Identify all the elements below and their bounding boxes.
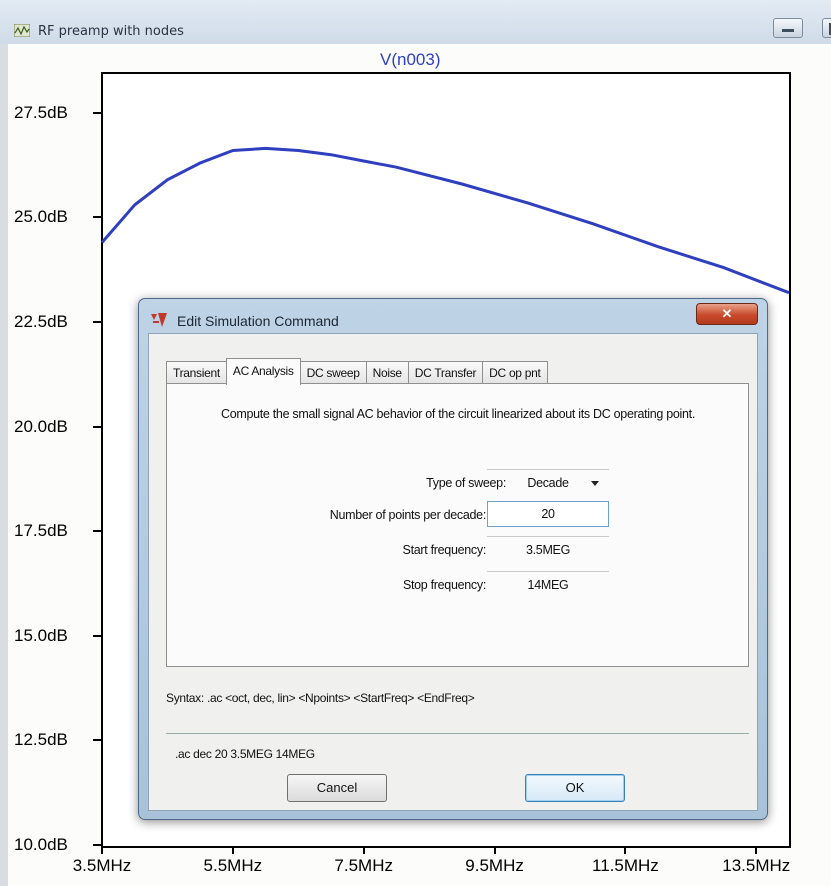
command-text[interactable]: .ac dec 20 3.5MEG 14MEG	[175, 747, 315, 761]
start-frequency-label: Start frequency:	[402, 543, 487, 557]
points-per-decade-label: Number of points per decade:	[329, 508, 487, 522]
dialog-client: Transient AC Analysis DC sweep Noise DC …	[148, 333, 758, 811]
chevron-down-icon	[591, 481, 599, 486]
cancel-button[interactable]: Cancel	[287, 774, 387, 802]
sweep-type-value: Decade	[527, 476, 569, 490]
tab-noise[interactable]: Noise	[365, 361, 409, 385]
ok-button[interactable]: OK	[525, 774, 625, 802]
analysis-description: Compute the small signal AC behavior of …	[220, 407, 696, 421]
divider	[166, 733, 749, 734]
trace-line	[100, 146, 790, 295]
close-button[interactable]: ✕	[696, 303, 758, 325]
syntax-text: Syntax: .ac <oct, dec, lin> <Npoints> <S…	[166, 691, 475, 705]
edit-simulation-dialog: Edit Simulation Command ✕ Transient AC A…	[138, 298, 768, 820]
close-icon: ✕	[721, 306, 733, 321]
tab-strip: Transient AC Analysis DC sweep Noise DC …	[166, 358, 548, 385]
ltspice-icon	[151, 313, 167, 327]
ac-analysis-panel: Compute the small signal AC behavior of …	[166, 383, 749, 667]
tab-dc-transfer[interactable]: DC Transfer	[407, 361, 484, 385]
tab-ac-analysis[interactable]: AC Analysis	[225, 358, 301, 385]
dialog-title: Edit Simulation Command	[177, 313, 339, 329]
stop-frequency-label: Stop frequency:	[402, 578, 486, 592]
tab-dc-op-pnt[interactable]: DC op pnt	[482, 361, 548, 385]
points-per-decade-input[interactable]: 20	[487, 501, 609, 527]
tab-transient[interactable]: Transient	[166, 361, 227, 385]
sweep-type-select[interactable]: Decade	[487, 469, 609, 495]
stop-frequency-input[interactable]: 14MEG	[487, 571, 609, 597]
tab-dc-sweep[interactable]: DC sweep	[299, 361, 367, 385]
start-frequency-input[interactable]: 3.5MEG	[487, 536, 609, 562]
